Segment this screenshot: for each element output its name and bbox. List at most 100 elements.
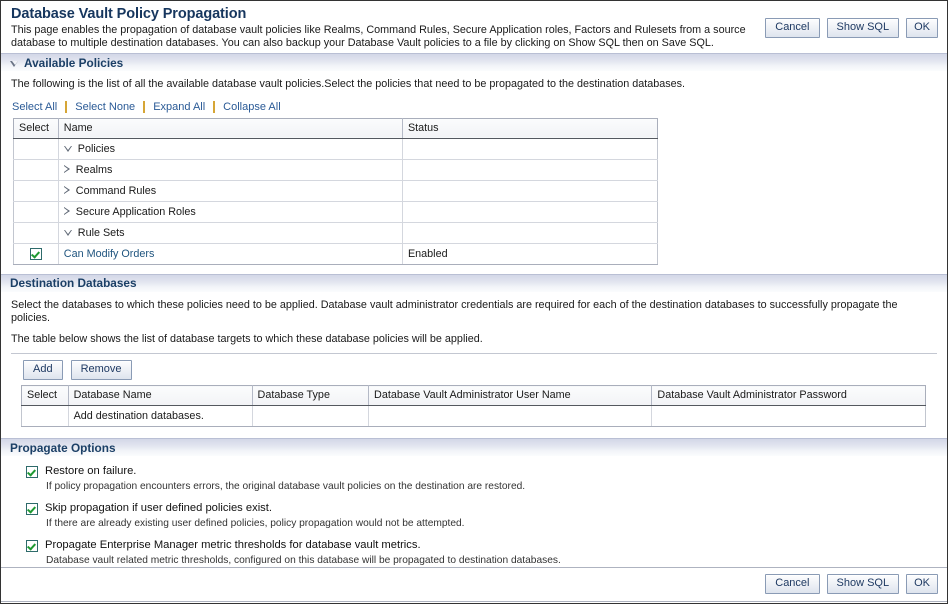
destination-databases-section-header: Destination Databases (1, 273, 947, 292)
cell-name: Secure Application Roles (58, 201, 403, 223)
select-none-link[interactable]: Select None (67, 100, 143, 114)
propagate-option-checkbox[interactable] (26, 503, 38, 516)
show-sql-button-top[interactable]: Show SQL (826, 18, 900, 38)
propagate-options-section-header: Propagate Options (1, 438, 947, 457)
available-policies-section-header[interactable]: Available Policies (1, 53, 947, 72)
destination-button-group: Add Remove (23, 360, 947, 381)
page-header: Database Vault Policy Propagation This p… (1, 1, 947, 53)
database-vault-policy-propagation-page: Database Vault Policy Propagation This p… (0, 0, 948, 604)
select-all-link[interactable]: Select All (10, 100, 65, 114)
column-header-admin-user: Database Vault Administrator User Name (368, 385, 653, 407)
cancel-button-top[interactable]: Cancel (765, 18, 820, 38)
column-header-database-name: Database Name (68, 385, 253, 407)
policy-select-checkbox[interactable] (29, 247, 42, 260)
cell-admin-password (651, 405, 926, 428)
propagate-option-row: Skip propagation if user defined policie… (26, 502, 947, 516)
cell-name: Can Modify Orders (58, 243, 403, 265)
table-row: Command Rules (13, 180, 659, 202)
cell-name: Realms (58, 159, 403, 181)
propagate-option-row: Restore on failure. (26, 465, 947, 479)
chevron-down-icon[interactable] (10, 60, 19, 67)
propagate-option-description: If policy propagation encounters errors,… (46, 481, 526, 493)
tree-collapsed-icon[interactable] (63, 185, 71, 195)
available-policies-title: Available Policies (24, 55, 124, 70)
tree-expanded-icon[interactable] (63, 229, 73, 237)
tree-collapsed-icon[interactable] (63, 206, 71, 216)
table-row: Secure Application Roles (13, 201, 659, 223)
propagate-option-checkbox[interactable] (26, 466, 38, 479)
policy-group-label: Policies (77, 142, 115, 155)
table-row-empty: Add destination databases. (21, 405, 926, 428)
cell-status (402, 201, 659, 223)
empty-message-cell: Add destination databases. (68, 405, 253, 428)
page-description: This page enables the propagation of dat… (11, 24, 746, 49)
propagate-options-list: Restore on failure. If policy propagation… (1, 465, 947, 567)
cell-status (402, 180, 659, 202)
propagate-option-description: Database vault related metric thresholds… (46, 555, 561, 567)
cell-select (13, 222, 59, 244)
policy-group-label: Realms (75, 163, 113, 176)
cell-select (13, 201, 59, 223)
table-row: Can Modify Orders Enabled (13, 243, 659, 265)
add-button[interactable]: Add (23, 360, 63, 381)
remove-button[interactable]: Remove (70, 360, 132, 381)
policy-group-label: Command Rules (75, 184, 157, 197)
cell-name: Rule Sets (58, 222, 403, 244)
footer-divider (1, 567, 947, 568)
ok-button-top[interactable]: OK (906, 18, 938, 38)
destination-databases-paragraph-2: The table below shows the list of databa… (11, 332, 483, 345)
propagate-option-checkbox[interactable] (26, 540, 38, 553)
footer-bottom-divider (1, 601, 947, 602)
policy-group-label: Rule Sets (77, 226, 125, 239)
header-button-group: Cancel Show SQL OK (765, 18, 938, 38)
cell-admin-user (368, 405, 653, 428)
collapse-all-link[interactable]: Collapse All (215, 100, 288, 114)
destination-databases-paragraph-1: Select the databases to which these poli… (11, 298, 898, 325)
propagate-option-label: Skip propagation if user defined policie… (45, 502, 272, 515)
available-policies-instruction: The following is the list of all the ava… (11, 78, 686, 91)
cell-name: Policies (58, 138, 403, 160)
table-row: Policies (13, 138, 659, 160)
cell-name: Command Rules (58, 180, 403, 202)
cell-status (402, 222, 659, 244)
show-sql-button-bottom[interactable]: Show SQL (826, 574, 900, 594)
ok-button-bottom[interactable]: OK (906, 574, 938, 594)
destination-databases-body: Select the databases to which these poli… (1, 299, 947, 347)
cell-select (13, 180, 59, 202)
propagate-options-title: Propagate Options (10, 440, 116, 455)
column-header-name: Name (58, 117, 403, 139)
destination-toolbar-divider (11, 353, 937, 355)
destination-databases-table: Select Database Name Database Type Datab… (21, 385, 926, 428)
policy-name-link[interactable]: Can Modify Orders (64, 248, 155, 260)
destination-databases-title: Destination Databases (10, 276, 137, 291)
cell-status (402, 159, 659, 181)
propagate-option-label: Restore on failure. (45, 465, 137, 478)
available-policies-body: The following is the list of all the ava… (1, 78, 947, 92)
cell-database-type (252, 405, 370, 428)
propagate-option-description: If there are already existing user defin… (46, 518, 465, 530)
policy-group-label: Secure Application Roles (75, 205, 196, 218)
policies-link-toolbar: Select All Select None Expand All Collap… (10, 100, 947, 114)
cell-status (402, 138, 659, 160)
cell-select (13, 159, 59, 181)
available-policies-table: Select Name Status Policies Realms Comma… (13, 117, 659, 265)
footer-button-group: Cancel Show SQL OK (765, 574, 938, 594)
propagate-option-row: Propagate Enterprise Manager metric thre… (26, 539, 947, 553)
table-row: Realms (13, 159, 659, 181)
available-policies-table-body: Policies Realms Command Rules Secure App… (13, 138, 659, 265)
propagate-option-label: Propagate Enterprise Manager metric thre… (45, 539, 421, 552)
cancel-button-bottom[interactable]: Cancel (765, 574, 820, 594)
table-header-row: Select Name Status (13, 117, 659, 139)
expand-all-link[interactable]: Expand All (145, 100, 213, 114)
cell-select (13, 243, 59, 265)
cell-status: Enabled (402, 243, 659, 265)
column-header-select: Select (13, 117, 59, 139)
column-header-database-type: Database Type (252, 385, 370, 407)
table-row: Rule Sets (13, 222, 659, 244)
table-header-row: Select Database Name Database Type Datab… (21, 385, 926, 407)
tree-expanded-icon[interactable] (63, 145, 73, 153)
cell-select (13, 138, 59, 160)
tree-collapsed-icon[interactable] (63, 164, 71, 174)
destination-databases-table-body: Add destination databases. (21, 405, 926, 428)
column-header-status: Status (402, 117, 659, 139)
